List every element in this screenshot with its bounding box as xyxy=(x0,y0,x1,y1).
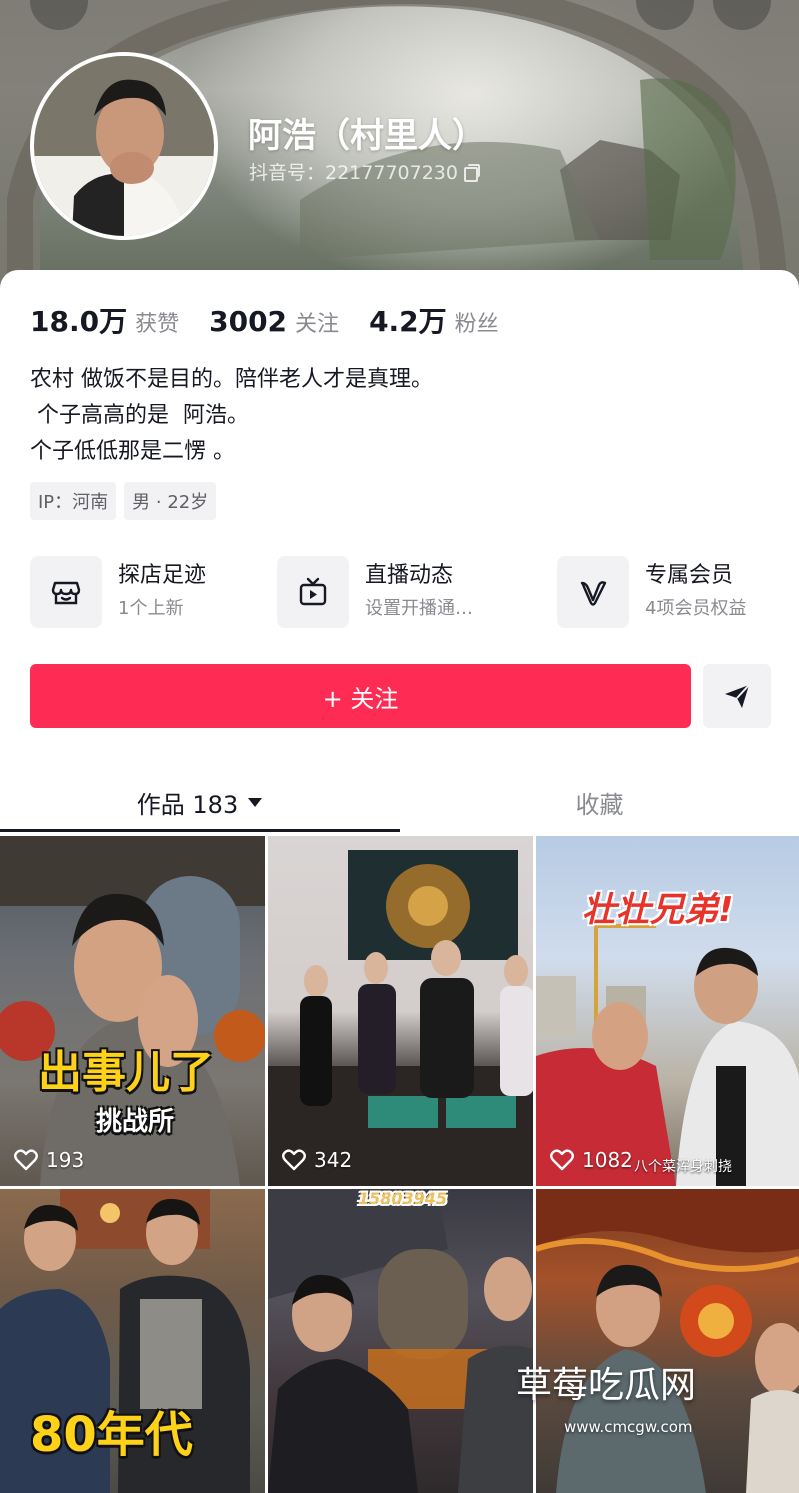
follow-button[interactable]: + 关注 xyxy=(30,664,691,728)
entry-store-visits[interactable]: 探店足迹 1个上新 xyxy=(30,556,206,628)
ip-location-tag: IP：河南 xyxy=(30,482,117,520)
followers-count[interactable]: 4.2万 xyxy=(369,300,447,340)
profile-stats: 18.0万 获赞 3002 关注 4.2万 粉丝 xyxy=(30,300,529,340)
entry-subtitle: 设置开播通… xyxy=(365,598,473,619)
video-cover xyxy=(268,1189,533,1493)
cover-title: 出事儿了 xyxy=(38,1047,214,1098)
tab-collections-label: 收藏 xyxy=(575,790,624,819)
bio-line: 个子高高的是 阿浩。 xyxy=(30,403,249,428)
like-count: 1082 xyxy=(550,1148,633,1172)
active-tab-indicator xyxy=(0,829,400,832)
tab-works-label: 作品 183 xyxy=(136,790,239,819)
bio-line: 个子低低那是二愣 。 xyxy=(30,439,235,464)
copy-icon[interactable] xyxy=(463,164,480,182)
entry-membership[interactable]: 专属会员 4项会员权益 xyxy=(557,556,746,628)
send-icon xyxy=(725,684,750,708)
douyin-id[interactable]: 抖音号：22177707230 xyxy=(249,158,480,185)
following-count[interactable]: 3002 xyxy=(209,305,287,338)
profile-tags: IP：河南 男 · 22岁 xyxy=(30,482,217,520)
like-count-text: 193 xyxy=(46,1148,85,1172)
share-button[interactable] xyxy=(703,664,771,728)
video-cover xyxy=(536,1189,799,1493)
watermark-url: www.cmcgw.com xyxy=(564,1418,693,1436)
heart-icon xyxy=(14,1149,38,1171)
following-label: 关注 xyxy=(295,312,340,337)
gender-age-tag: 男 · 22岁 xyxy=(124,482,217,520)
cover-title: 80年代 xyxy=(30,1407,193,1463)
douyin-id-text: 抖音号：22177707230 xyxy=(249,162,458,184)
entry-subtitle: 4项会员权益 xyxy=(645,598,747,619)
video-tile[interactable]: 342 xyxy=(268,836,533,1186)
cover-subtitle: 八个菜浑身刺挠 xyxy=(634,1159,732,1175)
followers-label: 粉丝 xyxy=(454,312,499,337)
video-tile[interactable]: 15803945 xyxy=(268,1189,533,1493)
feature-entries: 探店足迹 1个上新 直播动态 设置开播通… 专属会员 4项会员权益 xyxy=(30,556,780,628)
profile-bio: 农村 做饭不是目的。陪伴老人才是真理。 个子高高的是 阿浩。 个子低低那是二愣 … xyxy=(30,362,433,470)
avatar[interactable] xyxy=(30,52,218,240)
tv-icon xyxy=(277,556,349,628)
entry-subtitle: 1个上新 xyxy=(118,598,184,619)
bio-line: 农村 做饭不是目的。陪伴老人才是真理。 xyxy=(30,367,433,392)
likes-label: 获赞 xyxy=(135,312,180,337)
video-tile[interactable]: 出事儿了 挑战所 193 xyxy=(0,836,265,1186)
entry-title: 探店足迹 xyxy=(118,563,207,588)
video-tile[interactable]: 80年代 xyxy=(0,1189,265,1493)
likes-count[interactable]: 18.0万 xyxy=(30,300,127,340)
profile-nickname: 阿浩（村里人） xyxy=(248,116,486,156)
cover-subtitle: 挑战所 xyxy=(96,1107,175,1137)
heart-icon xyxy=(550,1149,574,1171)
tab-works[interactable]: 作品 183 xyxy=(0,770,399,834)
store-icon xyxy=(30,556,102,628)
shop-sign-text: 15803945 xyxy=(358,1189,448,1208)
entry-title: 专属会员 xyxy=(645,563,734,588)
like-count: 342 xyxy=(282,1148,352,1172)
tab-collections[interactable]: 收藏 xyxy=(400,770,799,834)
cover-title: 壮壮兄弟! xyxy=(582,890,734,930)
like-count-text: 1082 xyxy=(582,1148,633,1172)
entry-live[interactable]: 直播动态 设置开播通… xyxy=(277,556,473,628)
profile-tabs: 作品 183 收藏 xyxy=(0,770,799,834)
like-count: 193 xyxy=(14,1148,84,1172)
video-tile[interactable] xyxy=(536,1189,799,1493)
avatar-photo xyxy=(34,56,214,236)
caret-down-icon xyxy=(248,797,263,807)
video-tile[interactable]: 壮壮兄弟! 八个菜浑身刺挠 1082 xyxy=(536,836,799,1186)
watermark-text: 草莓吃瓜网 xyxy=(516,1365,697,1406)
entry-title: 直播动态 xyxy=(365,563,454,588)
video-cover xyxy=(268,850,533,1186)
v-badge-icon xyxy=(557,556,629,628)
like-count-text: 342 xyxy=(314,1148,353,1172)
heart-icon xyxy=(282,1149,306,1171)
